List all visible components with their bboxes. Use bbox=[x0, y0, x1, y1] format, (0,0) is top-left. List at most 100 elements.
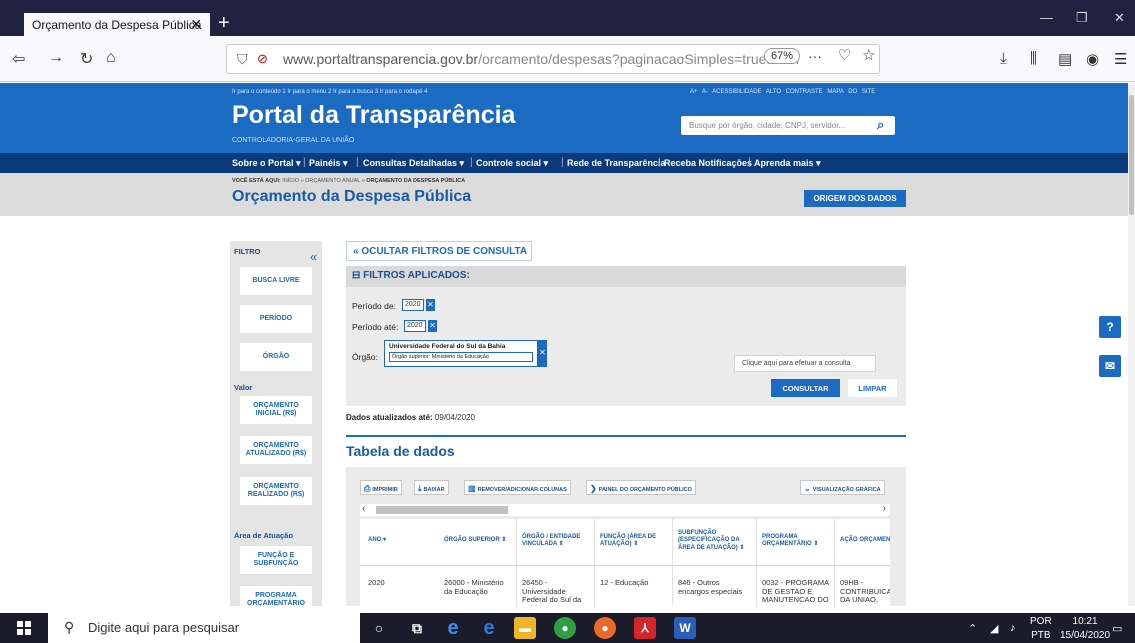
applied-filters-title: FILTROS APLICADOS: bbox=[363, 270, 470, 281]
column-divider bbox=[672, 519, 673, 606]
menu-notificacoes[interactable]: Receba Notificações bbox=[664, 158, 752, 168]
col-header-orgao-superior[interactable]: ÓRGÃO SUPERIOR ⇕ bbox=[444, 519, 516, 563]
periodo-ate-tag: 2020 bbox=[404, 320, 426, 332]
scroll-right-icon[interactable]: › bbox=[883, 503, 886, 514]
zoom-indicator[interactable]: 67% bbox=[764, 48, 801, 64]
minimize-icon[interactable]: — bbox=[1040, 10, 1053, 25]
page-heading-band: VOCÊ ESTÁ AQUI: INÍCIO » ORÇAMENTO ANUAL… bbox=[0, 173, 1128, 216]
windows-start-icon[interactable] bbox=[17, 621, 31, 635]
acrobat-icon[interactable]: ⅄ bbox=[634, 617, 656, 639]
filter-orgao[interactable]: ÓRGÃO bbox=[240, 343, 312, 371]
applied-filters-header[interactable]: ⊟ FILTROS APLICADOS: bbox=[346, 266, 906, 287]
menu-rede[interactable]: Rede de Transparência bbox=[567, 158, 666, 168]
volume-icon[interactable]: ♪ bbox=[1010, 622, 1016, 634]
new-tab-icon[interactable]: + bbox=[218, 12, 230, 35]
taskbar-search[interactable]: ⚲ Digite aqui para pesquisar bbox=[48, 613, 360, 643]
page-scroll-thumb[interactable] bbox=[1129, 95, 1134, 215]
account-icon[interactable]: ◉ bbox=[1086, 50, 1099, 68]
notifications-icon[interactable]: ▭ bbox=[1112, 622, 1122, 635]
table-horizontal-scrollbar[interactable]: ‹ › bbox=[360, 503, 890, 516]
consultar-button[interactable]: CONSULTAR bbox=[771, 379, 840, 397]
origem-dados-button[interactable]: ORIGEM DOS DADOS bbox=[804, 190, 906, 207]
budget-panel-button[interactable]: ❯ PAINEL DO ORÇAMENTO PÚBLICO bbox=[586, 480, 696, 495]
download-button[interactable]: ⤓ BAIXAR bbox=[414, 480, 449, 495]
column-divider bbox=[834, 519, 835, 606]
accessibility-links[interactable]: A+ A- ACESSIBILIDADE ALTO CONTRASTE MAPA… bbox=[690, 89, 875, 95]
language-indicator[interactable]: POR PTB bbox=[1030, 615, 1052, 643]
clock-date: 15/04/2020 bbox=[1060, 630, 1111, 641]
filter-orcamento-atualizado[interactable]: ORÇAMENTO ATUALIZADO (R$) bbox=[240, 436, 312, 464]
hide-filters-button[interactable]: « OCULTAR FILTROS DE CONSULTA bbox=[346, 241, 532, 261]
help-icon[interactable]: ? bbox=[1099, 316, 1121, 338]
shield-icon[interactable]: ⛉ bbox=[237, 51, 248, 68]
insecure-lock-icon[interactable]: ⊘ bbox=[257, 51, 268, 67]
table-section-title: Tabela de dados bbox=[346, 443, 455, 459]
remove-periodo-de-icon[interactable]: ✕ bbox=[426, 299, 435, 311]
filter-orcamento-inicial[interactable]: ORÇAMENTO INICIAL (R$) bbox=[240, 396, 312, 424]
col-header-programa[interactable]: PROGRAMA ORÇAMENTÁRIO ⇕ bbox=[762, 519, 834, 563]
reload-icon[interactable]: ↻ bbox=[80, 49, 93, 69]
menu-consultas[interactable]: Consultas Detalhadas ▾ bbox=[363, 158, 464, 169]
limpar-button[interactable]: LIMPAR bbox=[848, 379, 897, 397]
search-icon[interactable]: ⌕ bbox=[877, 117, 884, 133]
menu-controle[interactable]: Controle social ▾ bbox=[476, 158, 548, 169]
bookmark-star-icon[interactable]: ☆ bbox=[862, 46, 875, 64]
cell-orgao-superior: 26000 - Ministério da Educação bbox=[444, 578, 504, 596]
menu-paineis[interactable]: Painéis ▾ bbox=[309, 158, 348, 169]
word-icon[interactable]: W bbox=[674, 617, 696, 639]
menu-aprenda[interactable]: Aprenda mais ▾ bbox=[754, 158, 821, 169]
close-tab-icon[interactable]: ✕ bbox=[190, 16, 202, 33]
filter-programa-orcamentario[interactable]: PROGRAMA ORÇAMENTÁRIO bbox=[240, 586, 312, 606]
collapse-sidebar-icon[interactable]: « bbox=[310, 249, 317, 264]
site-logo[interactable]: Portal da Transparência bbox=[232, 101, 515, 130]
library-icon[interactable]: ⫼ bbox=[1030, 50, 1037, 67]
col-header-subfuncao[interactable]: SUBFUNÇÃO (ESPECIFICAÇÃO DA ÁREA DE ATUA… bbox=[678, 519, 756, 563]
filter-busca-livre[interactable]: BUSCA LIVRE bbox=[240, 267, 312, 295]
chrome-icon[interactable]: ● bbox=[554, 617, 576, 639]
site-search-input[interactable]: Busque por órgão, cidade, CNPJ, servidor… bbox=[681, 116, 895, 135]
filter-funcao-subfuncao[interactable]: FUNÇÃO E SUBFUNÇÃO bbox=[240, 546, 312, 574]
remove-orgao-icon[interactable]: ✕ bbox=[538, 340, 547, 367]
updated-label: Dados atualizados até: bbox=[346, 413, 433, 422]
mail-icon[interactable]: ✉ bbox=[1099, 355, 1121, 377]
remove-periodo-ate-icon[interactable]: ✕ bbox=[428, 320, 437, 332]
chart-view-button[interactable]: ⌄ VISUALIZAÇÃO GRÁFICA bbox=[800, 480, 885, 495]
col-header-funcao[interactable]: FUNÇÃO (ÁREA DE ATUAÇÃO) ⇕ bbox=[600, 519, 672, 563]
skip-links[interactable]: Ir para o conteúdo 1 Ir para o menu 2 Ir… bbox=[232, 89, 427, 95]
filter-periodo[interactable]: PERÍODO bbox=[240, 305, 312, 333]
scroll-thumb[interactable] bbox=[376, 506, 508, 514]
file-explorer-icon[interactable]: ▬ bbox=[514, 617, 536, 639]
scroll-left-icon[interactable]: ‹ bbox=[362, 503, 365, 514]
consult-hint: Clique aqui para efetuar a consulta bbox=[734, 355, 876, 372]
cortana-icon[interactable]: ○ bbox=[368, 617, 390, 639]
sidebar-group-valor: Valor bbox=[234, 383, 253, 392]
tray-chevron-icon[interactable]: ⌃ bbox=[968, 622, 977, 635]
maximize-icon[interactable]: ❐ bbox=[1076, 10, 1088, 26]
orgao-tag: Universidade Federal do Sul da Bahia Órg… bbox=[384, 340, 538, 367]
page-actions-icon[interactable]: ··· bbox=[808, 48, 822, 64]
col-header-orgao-entidade[interactable]: ÓRGÃO / ENTIDADE VINCULADA ⇕ bbox=[522, 519, 594, 563]
edge-icon[interactable]: e bbox=[478, 617, 500, 639]
pocket-icon[interactable]: ♡ bbox=[838, 46, 851, 64]
home-icon[interactable]: ⌂ bbox=[106, 49, 116, 67]
firefox-icon[interactable]: ● bbox=[594, 617, 616, 639]
col-header-ano[interactable]: ANO ▾ bbox=[368, 519, 428, 563]
columns-button[interactable]: ▥ REMOVER/ADICIONAR COLUNAS bbox=[464, 480, 571, 495]
windows-taskbar: ⚲ Digite aqui para pesquisar ○ ⧉ e e ▬ ●… bbox=[0, 613, 1135, 643]
filter-orcamento-realizado[interactable]: ORÇAMENTO REALIZADO (R$) bbox=[240, 477, 312, 505]
print-button[interactable]: ⎙ IMPRIMIR bbox=[360, 480, 402, 495]
task-view-icon[interactable]: ⧉ bbox=[406, 617, 428, 639]
clock[interactable]: 10:21 15/04/2020 bbox=[1060, 615, 1110, 643]
menu-icon[interactable]: ☰ bbox=[1114, 50, 1127, 68]
download-icon[interactable]: ⤓ bbox=[1000, 50, 1007, 67]
menu-sobre[interactable]: Sobre o Portal ▾ bbox=[232, 158, 301, 169]
back-icon[interactable]: ⇦ bbox=[12, 49, 25, 69]
browser-tab[interactable]: Orçamento da Despesa Pública ✕ bbox=[24, 13, 210, 36]
forward-icon[interactable]: → bbox=[48, 49, 64, 67]
ie-icon[interactable]: e bbox=[442, 617, 464, 639]
sidebar-toggle-icon[interactable]: ▤ bbox=[1058, 50, 1072, 68]
breadcrumb-path[interactable]: INÍCIO » ORÇAMENTO ANUAL » bbox=[282, 178, 365, 184]
network-icon[interactable]: ◢ bbox=[990, 622, 998, 635]
close-window-icon[interactable]: ✕ bbox=[1114, 10, 1125, 26]
col-header-acao[interactable]: AÇÃO ORÇAMENTÁRIA ⇕ bbox=[840, 519, 890, 563]
